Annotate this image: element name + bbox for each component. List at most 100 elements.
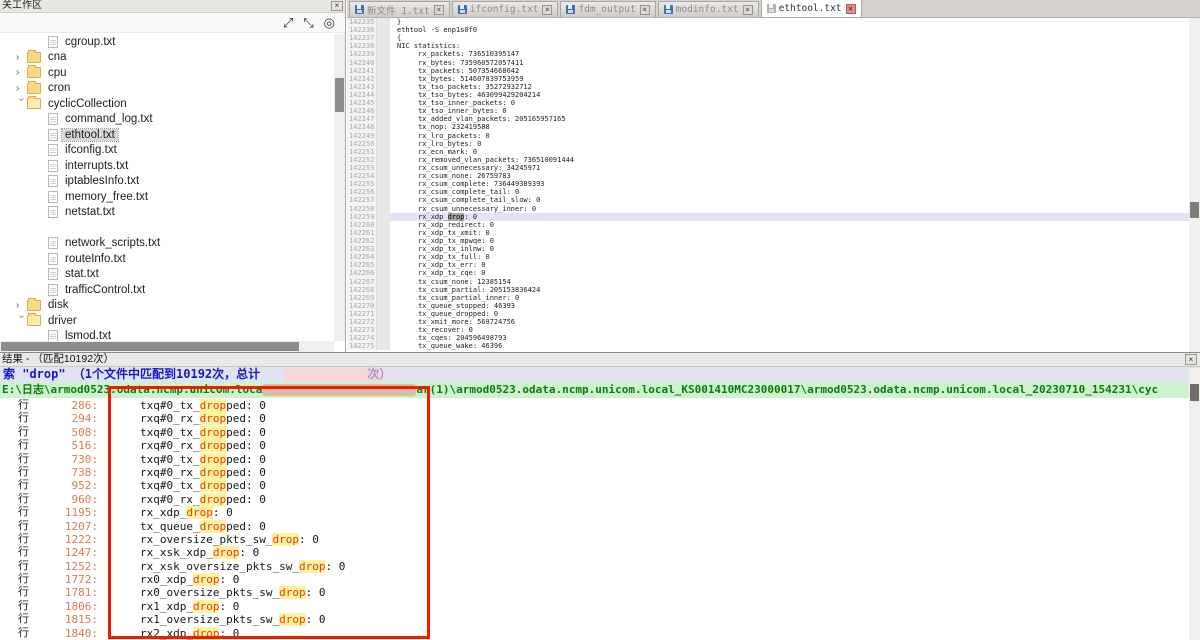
chevron-down-icon[interactable]: › [16, 98, 27, 109]
expand-all-icon[interactable]: ⤢ [283, 16, 293, 30]
close-icon[interactable]: × [640, 5, 650, 15]
result-line-number: 730: [30, 453, 98, 466]
workspace-close-icon[interactable]: × [331, 1, 343, 11]
editor-body[interactable]: 142235}142236ethtool -S enp1s0f0142237{1… [347, 18, 1189, 352]
tree-item-stat-txt[interactable]: stat.txt [0, 267, 334, 283]
result-row[interactable]: 行1207:tx_queue_dropped: 0 [0, 520, 1189, 533]
result-row[interactable]: 行516:rxq#0_rx_dropped: 0 [0, 439, 1189, 452]
result-row[interactable]: 行508:txq#0_tx_dropped: 0 [0, 426, 1189, 439]
tree-item-iptablesinfo-txt[interactable]: iptablesInfo.txt [0, 174, 334, 190]
tab--1-txt[interactable]: 新文件 1.txt× [349, 1, 450, 17]
result-row[interactable]: 行286:txq#0_tx_dropped: 0 [0, 399, 1189, 412]
workspace-title: 关工作区 [2, 0, 42, 11]
result-row[interactable]: 行294:rxq#0_rx_dropped: 0 [0, 412, 1189, 425]
workspace-horizontal-scrollbar-thumb[interactable] [1, 342, 299, 351]
result-row[interactable]: 行1252:rx_xsk_oversize_pkts_sw_drop: 0 [0, 560, 1189, 573]
tree-item-label: disk [45, 299, 71, 311]
tree-item-cron[interactable]: ›cron [0, 81, 334, 97]
workspace-file-tree: cgroup.txt›cna›cpu›cron›cyclicCollection… [0, 34, 334, 341]
tree-item-lsmod-txt[interactable]: lsmod.txt [0, 329, 334, 342]
tree-item-driver[interactable]: ›driver [0, 313, 334, 329]
tree-item-ifconfig-txt[interactable]: ifconfig.txt [0, 143, 334, 159]
match-highlight: drop [213, 546, 240, 559]
collapse-all-icon[interactable]: ⤡ [303, 16, 313, 30]
fold-margin [377, 115, 390, 123]
editor-line: 142274 tx_cqes: 204596498793 [347, 334, 1189, 342]
fold-margin [377, 107, 390, 115]
fold-margin [377, 148, 390, 156]
result-row[interactable]: 行730:txq#0_tx_dropped: 0 [0, 453, 1189, 466]
tree-item-routeinfo-txt[interactable]: routeInfo.txt [0, 251, 334, 267]
tree-item-label: network_scripts.txt [62, 237, 163, 249]
result-row[interactable]: 行1781:rx0_oversize_pkts_sw_drop: 0 [0, 586, 1189, 599]
chevron-right-icon[interactable]: › [16, 67, 27, 78]
result-file-path-row[interactable]: E:\日志\armod0523.odata.ncmp.unicom.loca a… [0, 382, 1200, 398]
tab-fdm-output[interactable]: fdm_output× [560, 1, 655, 17]
result-rows-list: 行286:txq#0_tx_dropped: 0行294:rxq#0_rx_dr… [0, 399, 1189, 640]
chevron-right-icon[interactable]: › [16, 300, 27, 311]
row-label: 行 [0, 627, 30, 640]
line-text: tx_nop: 232419588 [390, 123, 1189, 131]
result-row[interactable]: 行1247:rx_xsk_xdp_drop: 0 [0, 546, 1189, 559]
tree-item-cna[interactable]: ›cna [0, 50, 334, 66]
line-text: rx_csum_unnecessary_inner: 0 [390, 205, 1189, 213]
workspace-horizontal-scrollbar[interactable] [0, 341, 334, 352]
search-summary-row[interactable]: 索 "drop" （1个文件中匹配到10192次，总计 次） [0, 367, 1200, 382]
result-line-number: 1195: [30, 506, 98, 519]
chevron-down-icon[interactable]: › [16, 315, 27, 326]
tab-ethtool-txt[interactable]: ethtool.txt× [761, 0, 862, 17]
results-vertical-scrollbar-thumb[interactable] [1190, 384, 1199, 401]
close-icon[interactable]: × [434, 5, 444, 15]
editor-vertical-scrollbar[interactable] [1189, 18, 1200, 352]
tree-item-interrupts-txt[interactable]: interrupts.txt [0, 158, 334, 174]
result-row[interactable]: 行1806:rx1_xdp_drop: 0 [0, 600, 1189, 613]
chevron-right-icon[interactable]: › [16, 83, 27, 94]
result-row[interactable]: 行1840:rx2_xdp_drop: 0 [0, 627, 1189, 640]
row-label: 行 [0, 426, 30, 439]
result-row[interactable]: 行960:rxq#0_rx_dropped: 0 [0, 493, 1189, 506]
tree-item-ethtool-txt[interactable]: ethtool.txt [0, 127, 334, 143]
tree-item-netstat-txt[interactable]: netstat.txt [0, 205, 334, 221]
tab-ifconfig-txt[interactable]: ifconfig.txt× [452, 1, 559, 17]
result-row[interactable]: 行1195:rx_xdp_drop: 0 [0, 506, 1189, 519]
result-row[interactable]: 行952:txq#0_tx_dropped: 0 [0, 479, 1189, 492]
workspace-vertical-scrollbar-thumb[interactable] [335, 78, 344, 112]
match-highlight: drop [279, 613, 306, 626]
editor-line: 142262 rx_xdp_tx_mpwqe: 0 [347, 237, 1189, 245]
line-text: rx_ecn_mark: 0 [390, 148, 1189, 156]
tree-item-cpu[interactable]: ›cpu [0, 65, 334, 81]
tree-item-command-log-txt[interactable]: command_log.txt [0, 112, 334, 128]
result-text: rxq#0_rx_dropped: 0 [140, 439, 266, 452]
file-icon [48, 129, 58, 141]
chevron-right-icon[interactable]: › [16, 52, 27, 63]
result-row[interactable]: 行1815:rx1_oversize_pkts_sw_drop: 0 [0, 613, 1189, 626]
result-row[interactable]: 行1772:rx0_xdp_drop: 0 [0, 573, 1189, 586]
close-icon[interactable]: × [743, 5, 753, 15]
match-highlight: drop [200, 439, 227, 452]
editor-vertical-scrollbar-thumb[interactable] [1190, 202, 1199, 218]
file-icon [48, 144, 58, 156]
line-text: NIC statistics: [390, 42, 1189, 50]
fold-margin [377, 342, 390, 350]
tree-item-cgroup-txt[interactable]: cgroup.txt [0, 34, 334, 50]
result-row[interactable]: 行738:rxq#0_rx_dropped: 0 [0, 466, 1189, 479]
results-vertical-scrollbar[interactable] [1189, 368, 1200, 640]
workspace-vertical-scrollbar[interactable] [334, 34, 345, 341]
tree-item-disk[interactable]: › disk [0, 298, 334, 314]
tab-modinfo-txt[interactable]: modinfo.txt × [658, 1, 759, 17]
line-number: 142248 [347, 123, 377, 131]
editor-line: 142242 tx_bytes: 514607839753959 [347, 75, 1189, 83]
locate-file-icon[interactable]: ◎ [324, 16, 335, 30]
tree-item-network-scripts-txt[interactable]: network_scripts.txt [0, 236, 334, 252]
result-line-number: 1207: [30, 520, 98, 533]
tree-item-trafficcontrol-txt[interactable]: trafficControl.txt [0, 282, 334, 298]
tree-item-cycliccollection[interactable]: ›cyclicCollection [0, 96, 334, 112]
results-close-icon[interactable]: × [1185, 354, 1197, 365]
close-icon[interactable]: × [846, 4, 856, 14]
match-highlight: drop [200, 493, 227, 506]
close-icon[interactable]: × [542, 5, 552, 15]
tree-item-memory-free-txt[interactable]: memory_free.txt [0, 189, 334, 205]
redaction-smudge [651, 254, 819, 286]
result-row[interactable]: 行1222:rx_oversize_pkts_sw_drop: 0 [0, 533, 1189, 546]
tab-label: modinfo.txt [676, 4, 739, 15]
